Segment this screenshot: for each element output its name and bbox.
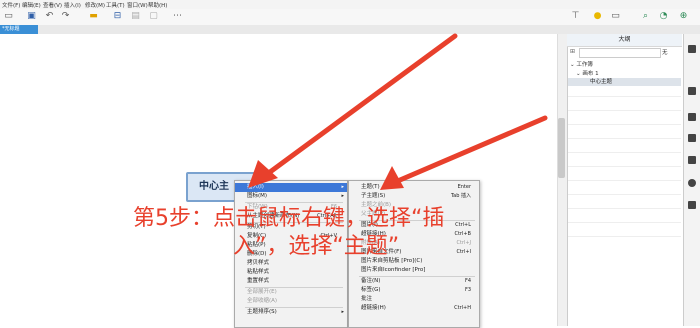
arrow-to-topic bbox=[397, 115, 548, 183]
annotation-line-1: 第5步：点击鼠标右键，选择“插 bbox=[133, 206, 445, 231]
arrowhead-insert bbox=[248, 160, 278, 188]
annotation-line-2: 入”，选择“主题” bbox=[233, 234, 400, 259]
annotation-arrows bbox=[248, 33, 548, 190]
step-annotation: 第5步：点击鼠标右键，选择“插 入”，选择“主题” bbox=[133, 205, 553, 261]
arrow-to-insert bbox=[267, 33, 458, 175]
